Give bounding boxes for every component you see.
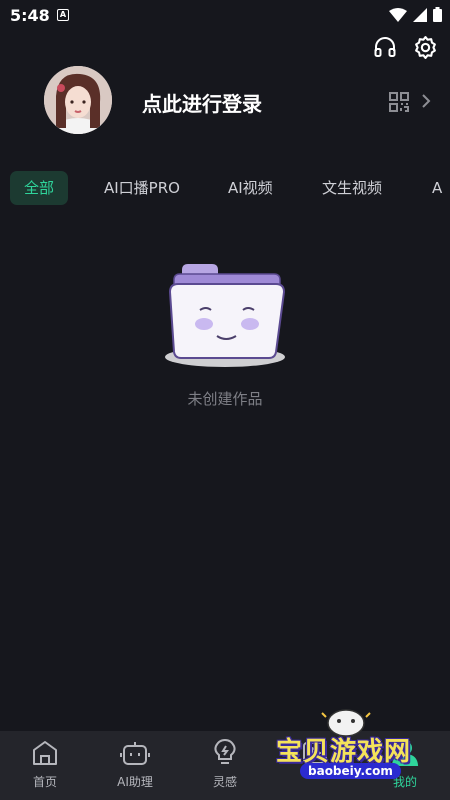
login-prompt[interactable]: 点此进行登录 — [142, 88, 262, 117]
wifi-icon — [389, 7, 407, 22]
qr-code-icon[interactable] — [389, 92, 409, 112]
robot-icon — [120, 742, 150, 765]
status-time: 5:48 — [10, 6, 50, 25]
tab-ai-video[interactable]: AI视频 — [228, 171, 273, 205]
status-bar: 5:48 A — [0, 0, 450, 32]
battery-icon — [433, 7, 442, 22]
chevron-right-icon[interactable] — [420, 92, 432, 110]
notification-icon: A — [57, 9, 69, 21]
customer-service-button[interactable] — [372, 34, 398, 60]
signal-icon — [413, 7, 427, 22]
category-tabs: 全部 AI口播PRO AI视频 文生视频 A — [0, 171, 450, 205]
nav-inspiration[interactable]: 灵感 — [185, 739, 265, 790]
gear-icon — [414, 35, 436, 59]
tab-more[interactable]: A — [432, 171, 442, 205]
tab-all[interactable]: 全部 — [10, 171, 69, 205]
headphones-icon — [374, 37, 396, 57]
tab-text-to-video[interactable]: 文生视频 — [322, 171, 382, 205]
settings-button[interactable] — [412, 34, 438, 60]
empty-folder-illustration — [165, 264, 286, 367]
watermark-logo: 宝贝游戏网 baobeiy.com — [270, 705, 420, 795]
empty-state-message: 未创建作品 — [187, 390, 263, 408]
tab-ai-broadcast-pro[interactable]: AI口播PRO — [104, 171, 180, 205]
home-icon — [33, 741, 57, 765]
avatar[interactable] — [44, 66, 112, 134]
nav-ai-assistant[interactable]: AI助理 — [95, 739, 175, 790]
watermark-url: baobeiy.com — [300, 763, 401, 779]
lightbulb-icon — [214, 739, 236, 764]
nav-home[interactable]: 首页 — [5, 739, 85, 790]
